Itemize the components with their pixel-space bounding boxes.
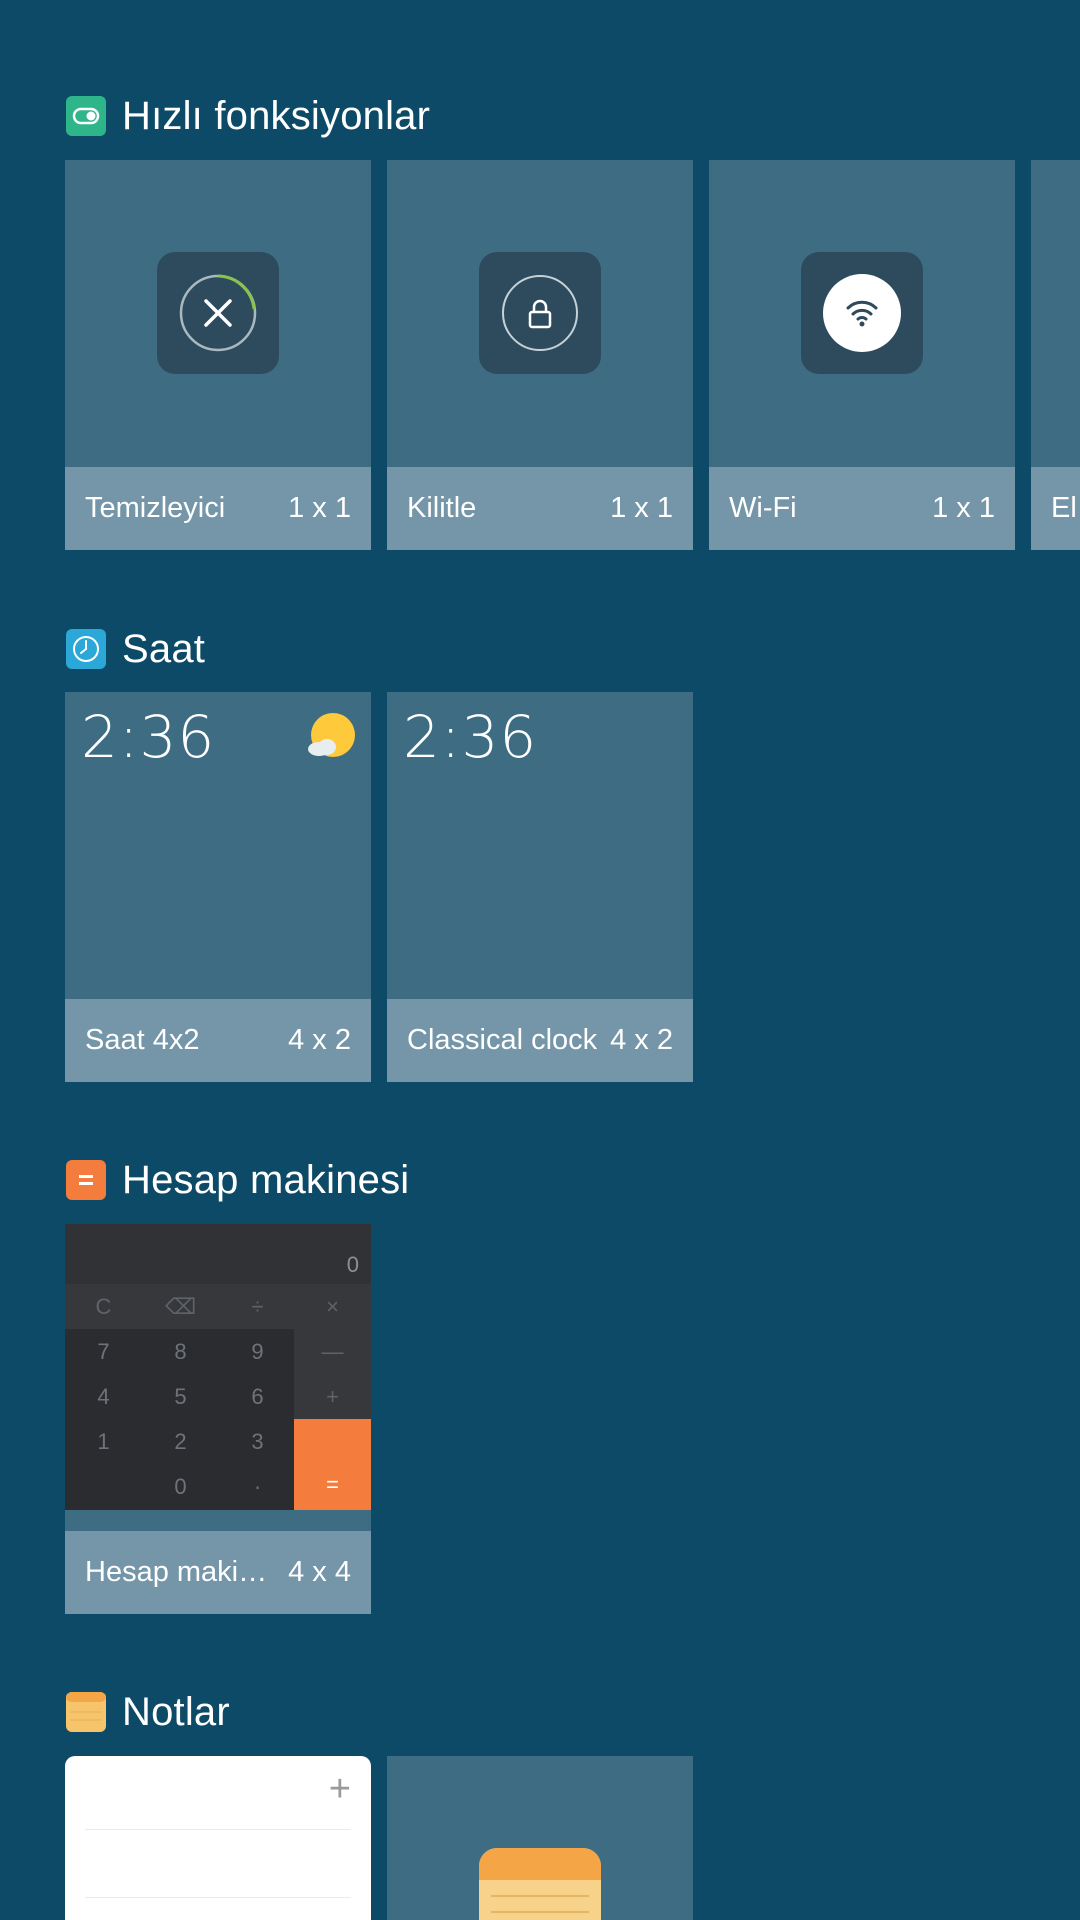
section-title: Notlar bbox=[122, 1690, 230, 1734]
widget-notes-app[interactable] bbox=[387, 1756, 693, 1920]
divider bbox=[85, 1829, 351, 1830]
add-note-icon: + bbox=[328, 1768, 351, 1810]
notepad-icon bbox=[479, 1848, 601, 1920]
widget-notes-list[interactable]: + bbox=[65, 1756, 371, 1920]
section-header: Notlar bbox=[66, 1692, 230, 1732]
section-notes: Notlar + bbox=[0, 0, 1080, 1920]
divider bbox=[85, 1897, 351, 1898]
notes-icon bbox=[66, 1692, 106, 1732]
